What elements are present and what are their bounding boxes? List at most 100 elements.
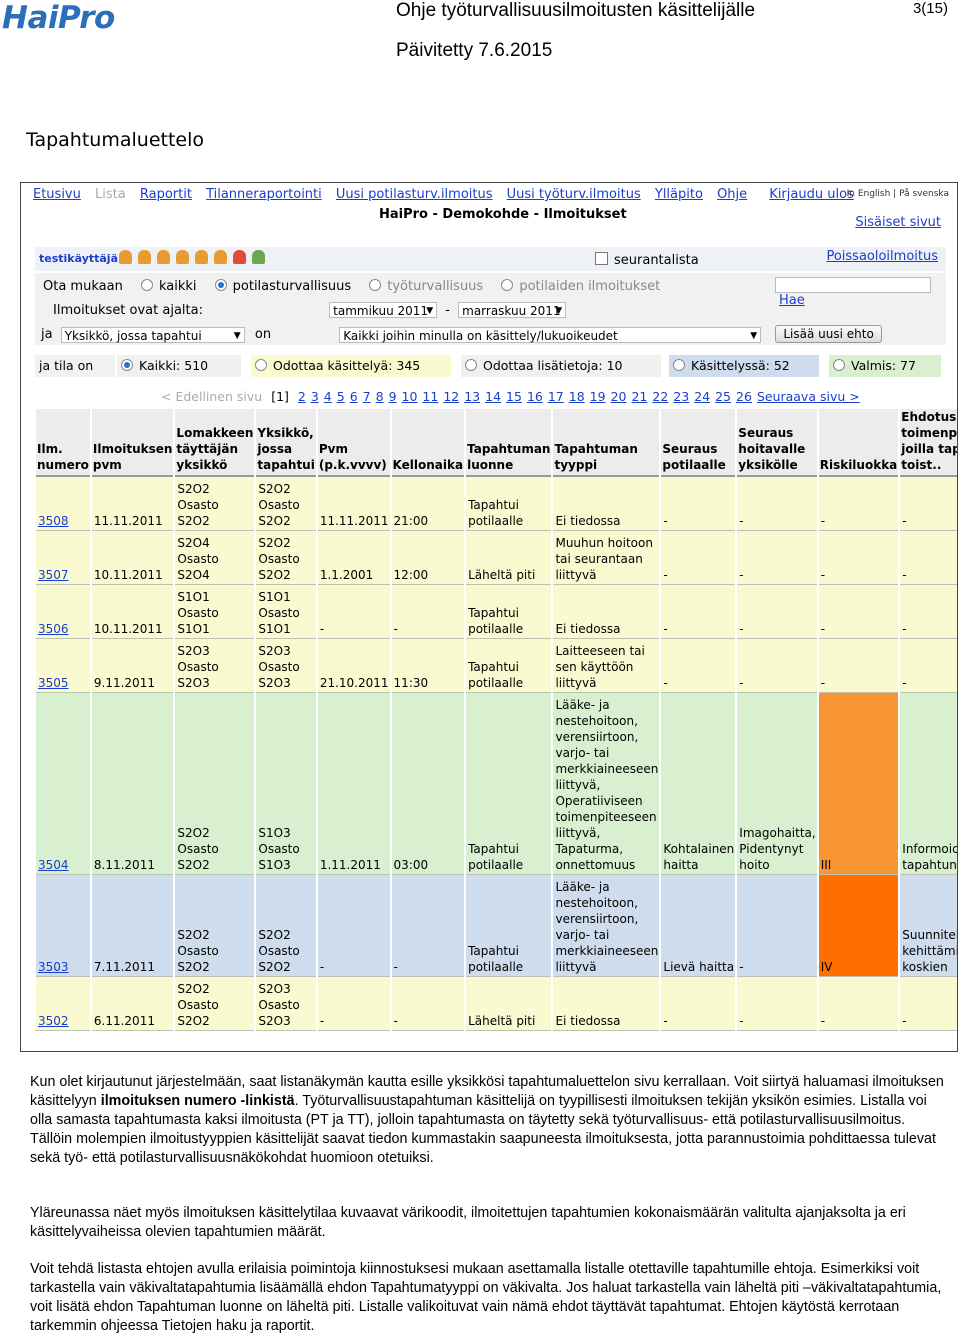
report-number-link[interactable]: 3504 xyxy=(38,858,69,872)
cell-num: 3503 xyxy=(36,875,90,977)
cell-nature: Tapahtui potilaalle xyxy=(466,639,552,693)
pager-page-link[interactable]: 23 xyxy=(673,389,689,404)
radio-selected-icon[interactable] xyxy=(214,279,227,291)
pager-page-link[interactable]: 14 xyxy=(485,389,501,404)
cell-type: Muuhun hoitoon tai seurantaan liittyvä xyxy=(553,531,660,585)
checkbox-icon[interactable] xyxy=(595,252,608,265)
cell-date: 8.11.2011 xyxy=(91,693,174,875)
period-to-select[interactable]: marraskuu 2011 ▼ xyxy=(458,302,567,318)
add-condition-button[interactable]: Lisää uusi ehto xyxy=(775,325,882,343)
cell-proposal: - xyxy=(900,977,957,1031)
pager-page-link[interactable]: 2 xyxy=(298,389,306,404)
cell-patient: Lievä haitta xyxy=(661,875,736,977)
pager-page-link[interactable]: 9 xyxy=(389,389,397,404)
pager-page-link[interactable]: 8 xyxy=(376,389,384,404)
report-number-link[interactable]: 3508 xyxy=(38,514,69,528)
cell-unit_cons: - xyxy=(737,977,817,1031)
nav-ohje[interactable]: Ohje xyxy=(717,187,747,202)
type-filter-row: Ota mukaan kaikki potilasturvallisuus ty… xyxy=(43,279,660,294)
table-row[interactable]: 3507 10.11.2011 S2O4 Osasto S2O4 S2O2 Osast… xyxy=(36,531,957,585)
status-done[interactable]: Valmis: 77 xyxy=(829,355,941,377)
period-from-select[interactable]: tammikuu 2011 ▼ xyxy=(329,302,438,318)
radio-tyoturvallisuus[interactable]: työturvallisuus xyxy=(369,279,483,294)
radio-potilasturvallisuus[interactable]: potilasturvallisuus xyxy=(214,279,351,294)
report-number-link[interactable]: 3502 xyxy=(38,1014,69,1028)
intranet-link[interactable]: Sisäiset sivut xyxy=(855,215,941,230)
report-number-link[interactable]: 3505 xyxy=(38,676,69,690)
cell-filler: S2O4 Osasto S2O4 xyxy=(175,531,255,585)
radio-icon[interactable] xyxy=(255,359,267,371)
pager-page-link[interactable]: 12 xyxy=(443,389,459,404)
radio-potilaiden-ilmoitukset[interactable]: potilaiden ilmoitukset xyxy=(501,279,660,294)
search-input[interactable] xyxy=(775,277,931,293)
nav-yllapito[interactable]: Ylläpito xyxy=(655,187,703,202)
pager-page-link[interactable]: 3 xyxy=(311,389,319,404)
radio-icon[interactable] xyxy=(833,359,845,371)
report-number-link[interactable]: 3507 xyxy=(38,568,69,582)
pager-page-link[interactable]: 20 xyxy=(611,389,627,404)
table-row[interactable]: 3503 7.11.2011 S2O2 Osasto S2O2 S2O2 Osasto… xyxy=(36,875,957,977)
nav-raportit[interactable]: Raportit xyxy=(140,187,192,202)
radio-icon[interactable] xyxy=(673,359,685,371)
table-row[interactable]: 3508 11.11.2011 S2O2 Osasto S2O2 S2O2 Osast… xyxy=(36,477,957,531)
status-waiting[interactable]: Odottaa käsittelyä: 345 xyxy=(251,355,451,377)
report-number-link[interactable]: 3506 xyxy=(38,622,69,636)
cell-unit_cons: - xyxy=(737,585,817,639)
table-row[interactable]: 3504 8.11.2011 S2O2 Osasto S2O2 S1O3 Osasto… xyxy=(36,693,957,875)
status-all[interactable]: Kaikki: 510 xyxy=(117,355,241,377)
nav-tilanneraportointi[interactable]: Tilanneraportointi xyxy=(206,187,322,202)
pager-page-link[interactable]: 25 xyxy=(715,389,731,404)
pager-page-link[interactable]: 15 xyxy=(506,389,522,404)
pager-next[interactable]: Seuraava sivu > xyxy=(757,389,860,404)
cell-date: 10.11.2011 xyxy=(91,531,174,585)
pager-page-link[interactable]: 13 xyxy=(464,389,480,404)
radio-icon[interactable] xyxy=(501,279,514,291)
pager-page-link[interactable]: 17 xyxy=(548,389,564,404)
search-link[interactable]: Hae xyxy=(779,293,805,308)
status-in-progress[interactable]: Käsittelyssä: 52 xyxy=(669,355,819,377)
nav-logout[interactable]: Kirjaudu ulos xyxy=(769,187,854,202)
pager-page-link[interactable]: 5 xyxy=(337,389,345,404)
unit-select[interactable]: Yksikkö, jossa tapahtui ▼ xyxy=(60,326,245,343)
cell-patient: - xyxy=(661,477,736,531)
radio-selected-icon[interactable] xyxy=(121,359,133,371)
pager-page-link[interactable]: 19 xyxy=(590,389,606,404)
cell-unit: S2O3 Osasto S2O3 xyxy=(256,977,316,1031)
cell-unit: S2O3 Osasto S2O3 xyxy=(256,639,316,693)
cell-pvm: - xyxy=(317,585,390,639)
table-row[interactable]: 3506 10.11.2011 S1O1 Osasto S1O1 S1O1 Osast… xyxy=(36,585,957,639)
pager-page-link[interactable]: 22 xyxy=(652,389,668,404)
pager-page-link[interactable]: 21 xyxy=(631,389,647,404)
pager-page-link[interactable]: 16 xyxy=(527,389,543,404)
radio-kaikki[interactable]: kaikki xyxy=(140,279,197,294)
language-links[interactable]: In English | På svenska xyxy=(847,189,949,199)
cell-pvm: 1.1.2001 xyxy=(317,531,390,585)
radio-icon[interactable] xyxy=(369,279,382,291)
cell-proposal: Informoidaan tapahtuneesta xyxy=(900,693,957,875)
table-row[interactable]: 3502 6.11.2011 S2O2 Osasto S2O2 S2O3 Osasto… xyxy=(36,977,957,1031)
scope-select[interactable]: Kaikki joihin minulla on käsittely/lukuo… xyxy=(339,326,762,343)
pager-page-link[interactable]: 26 xyxy=(736,389,752,404)
follow-list-checkbox[interactable]: seurantalista xyxy=(595,252,699,268)
radio-icon[interactable] xyxy=(465,359,477,371)
status-waiting-info[interactable]: Odottaa lisätietoja: 10 xyxy=(461,355,661,377)
haipro-logo: HaiPro xyxy=(2,0,115,36)
cell-filler: S2O2 Osasto S2O2 xyxy=(175,477,255,531)
absence-report-link[interactable]: Poissaoloilmoitus xyxy=(826,249,938,264)
nav-new-patient-safety-report[interactable]: Uusi potilasturv.ilmoitus xyxy=(336,187,493,202)
pager-page-link[interactable]: 24 xyxy=(694,389,710,404)
pager-page-link[interactable]: 4 xyxy=(324,389,332,404)
pager-page-link[interactable]: 11 xyxy=(422,389,438,404)
pager-page-link[interactable]: 7 xyxy=(363,389,371,404)
app-title: HaiPro - Demokohde - Ilmoitukset xyxy=(379,207,627,222)
pager-page-link[interactable]: 6 xyxy=(350,389,358,404)
radio-icon[interactable] xyxy=(140,279,153,291)
pager-page-link[interactable]: 10 xyxy=(402,389,418,404)
condition-row: ja Yksikkö, jossa tapahtui ▼ on Kaikki jo… xyxy=(41,325,882,343)
nav-new-work-safety-report[interactable]: Uusi työturv.ilmoitus xyxy=(507,187,641,202)
cell-unit_cons: Imagohaitta, Pidentynyt hoito xyxy=(737,693,817,875)
pager-page-link[interactable]: 18 xyxy=(569,389,585,404)
nav-etusivu[interactable]: Etusivu xyxy=(33,187,81,202)
table-row[interactable]: 3505 9.11.2011 S2O3 Osasto S2O3 S2O3 Osasto… xyxy=(36,639,957,693)
report-number-link[interactable]: 3503 xyxy=(38,960,69,974)
